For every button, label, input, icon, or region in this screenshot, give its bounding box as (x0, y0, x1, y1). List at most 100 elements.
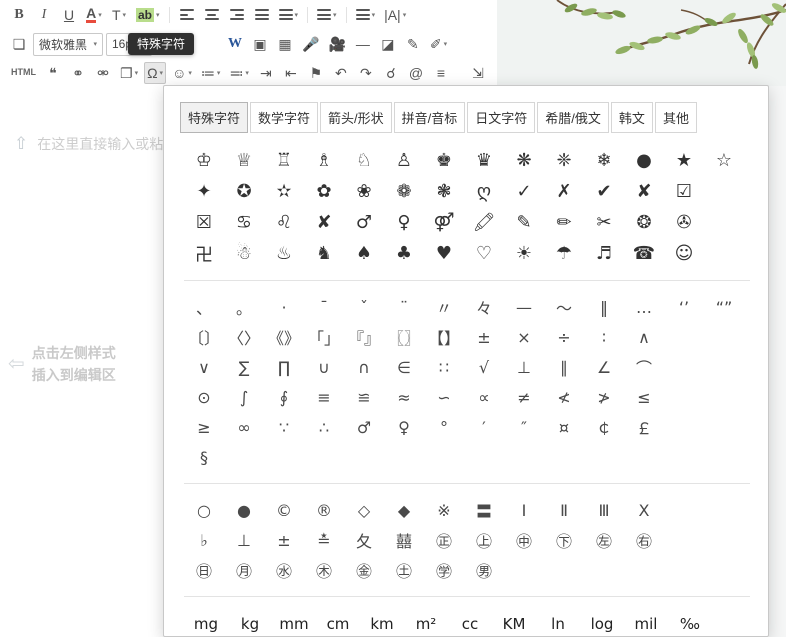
char-cell[interactable]: ° (424, 412, 464, 442)
char-cell[interactable]: cm (316, 608, 360, 637)
char-cell[interactable]: 。 (224, 292, 264, 322)
char-cell[interactable]: ⌒ (624, 352, 664, 382)
char-cell[interactable]: ○ (184, 495, 224, 525)
char-cell[interactable]: ✓ (504, 176, 544, 207)
char-cell[interactable]: ∧ (624, 322, 664, 352)
char-cell[interactable]: ◇ (344, 495, 384, 525)
bold-button[interactable]: B (8, 4, 30, 26)
char-cell[interactable]: 夂 (344, 525, 384, 555)
char-cell[interactable]: ✏ (544, 207, 584, 238)
search-button[interactable]: ☌ (380, 62, 402, 84)
char-cell[interactable]: · (264, 292, 304, 322)
align-right-button[interactable] (226, 4, 248, 26)
char-cell[interactable]: … (624, 292, 664, 322)
char-cell[interactable]: ∪ (304, 352, 344, 382)
char-cell[interactable]: ≥ (184, 412, 224, 442)
line-height-button[interactable]: ▾ (314, 4, 340, 26)
char-cell[interactable]: ∶ (584, 322, 624, 352)
eraser-button[interactable]: ◪ (377, 33, 399, 55)
char-cell[interactable]: 々 (464, 292, 504, 322)
emoji-button[interactable]: ☺▾ (169, 62, 195, 84)
char-cell[interactable]: ☆ (704, 145, 744, 176)
dialog-tab-5[interactable]: 日文字符 (467, 102, 535, 133)
char-cell[interactable]: √ (464, 352, 504, 382)
char-cell[interactable]: log (580, 608, 624, 637)
title-format-button[interactable]: T▾ (108, 4, 130, 26)
char-cell[interactable]: KM (492, 608, 536, 637)
char-cell[interactable]: © (264, 495, 304, 525)
char-cell[interactable]: ln (536, 608, 580, 637)
char-cell[interactable]: Ⅲ (584, 495, 624, 525)
char-cell[interactable]: 囍 (384, 525, 424, 555)
char-cell[interactable]: ∥ (544, 352, 584, 382)
char-cell[interactable]: ☃ (224, 238, 264, 269)
char-cell[interactable]: ≮ (544, 382, 584, 412)
char-cell[interactable]: ♂ (344, 412, 384, 442)
char-cell[interactable]: § (184, 442, 224, 472)
char-cell[interactable]: ● (224, 495, 264, 525)
char-cell[interactable]: ® (304, 495, 344, 525)
char-cell[interactable]: ✪ (224, 176, 264, 207)
char-cell[interactable]: km (360, 608, 404, 637)
image-gallery-button[interactable]: ▦ (274, 33, 296, 55)
pen-button[interactable]: ✎ (402, 33, 424, 55)
char-cell[interactable]: Ⅱ (544, 495, 584, 525)
dialog-tab-7[interactable]: 韩文 (611, 102, 653, 133)
char-cell[interactable]: ㊤ (464, 525, 504, 555)
char-cell[interactable]: ❁ (384, 176, 424, 207)
char-cell[interactable]: ∠ (584, 352, 624, 382)
char-cell[interactable]: ♋ (224, 207, 264, 238)
char-cell[interactable]: ∩ (344, 352, 384, 382)
dialog-tab-3[interactable]: 箭头/形状 (320, 102, 392, 133)
letter-spacing-button[interactable]: |A|▾ (381, 4, 409, 26)
char-cell[interactable]: ‖ (584, 292, 624, 322)
char-cell[interactable]: ￡ (624, 412, 664, 442)
dialog-tab-1[interactable]: 特殊字符 (180, 102, 248, 133)
char-cell[interactable]: ± (464, 322, 504, 352)
char-cell[interactable]: ㊣ (424, 525, 464, 555)
video-button[interactable]: 🎥 (325, 33, 348, 55)
char-cell[interactable]: ∴ (304, 412, 344, 442)
char-cell[interactable]: ❄ (584, 145, 624, 176)
char-cell[interactable]: 〔〕 (184, 322, 224, 352)
char-cell[interactable]: ♣ (384, 238, 424, 269)
char-cell[interactable]: m² (404, 608, 448, 637)
font-family-select[interactable]: 微软雅黑▾ (33, 33, 103, 56)
char-cell[interactable]: kg (228, 608, 272, 637)
char-cell[interactable]: ″ (504, 412, 544, 442)
char-cell[interactable]: ′ (464, 412, 504, 442)
char-cell[interactable]: ∽ (424, 382, 464, 412)
char-cell[interactable]: ♭ (184, 525, 224, 555)
char-cell[interactable]: ± (264, 525, 304, 555)
char-cell[interactable]: ♀ (384, 207, 424, 238)
horizontal-rule-button[interactable]: — (352, 33, 374, 55)
char-cell[interactable]: ● (624, 145, 664, 176)
char-cell[interactable]: ㊌ (264, 555, 304, 585)
char-cell[interactable]: ㊨ (624, 525, 664, 555)
redo-button[interactable]: ↷ (355, 62, 377, 84)
char-cell[interactable]: ￠ (584, 412, 624, 442)
indent-button[interactable]: ▾ (276, 4, 302, 26)
char-cell[interactable]: ☂ (544, 238, 584, 269)
char-cell[interactable]: ∮ (264, 382, 304, 412)
dialog-tab-8[interactable]: 其他 (655, 102, 697, 133)
char-cell[interactable]: ‰ (668, 608, 712, 637)
char-cell[interactable]: 、 (184, 292, 224, 322)
char-cell[interactable]: ◆ (384, 495, 424, 525)
char-cell[interactable]: 《》 (264, 322, 304, 352)
char-cell[interactable]: ⚤ (424, 207, 464, 238)
char-cell[interactable]: ∏ (264, 352, 304, 382)
char-cell[interactable]: ✗ (544, 176, 584, 207)
blockquote-button[interactable]: ❝ (42, 62, 64, 84)
html-source-button[interactable]: HTML (8, 62, 39, 84)
char-cell[interactable]: ÷ (544, 322, 584, 352)
link-button[interactable]: ⚭ (67, 62, 89, 84)
char-cell[interactable]: ❈ (544, 145, 584, 176)
char-cell[interactable]: ☒ (184, 207, 224, 238)
char-cell[interactable]: ★ (664, 145, 704, 176)
char-cell[interactable]: 🖍 (464, 207, 504, 238)
char-cell[interactable]: ㊫ (424, 555, 464, 585)
char-cell[interactable]: 卍 (184, 238, 224, 269)
char-cell[interactable]: ❋ (504, 145, 544, 176)
char-cell[interactable]: 「」 (304, 322, 344, 352)
